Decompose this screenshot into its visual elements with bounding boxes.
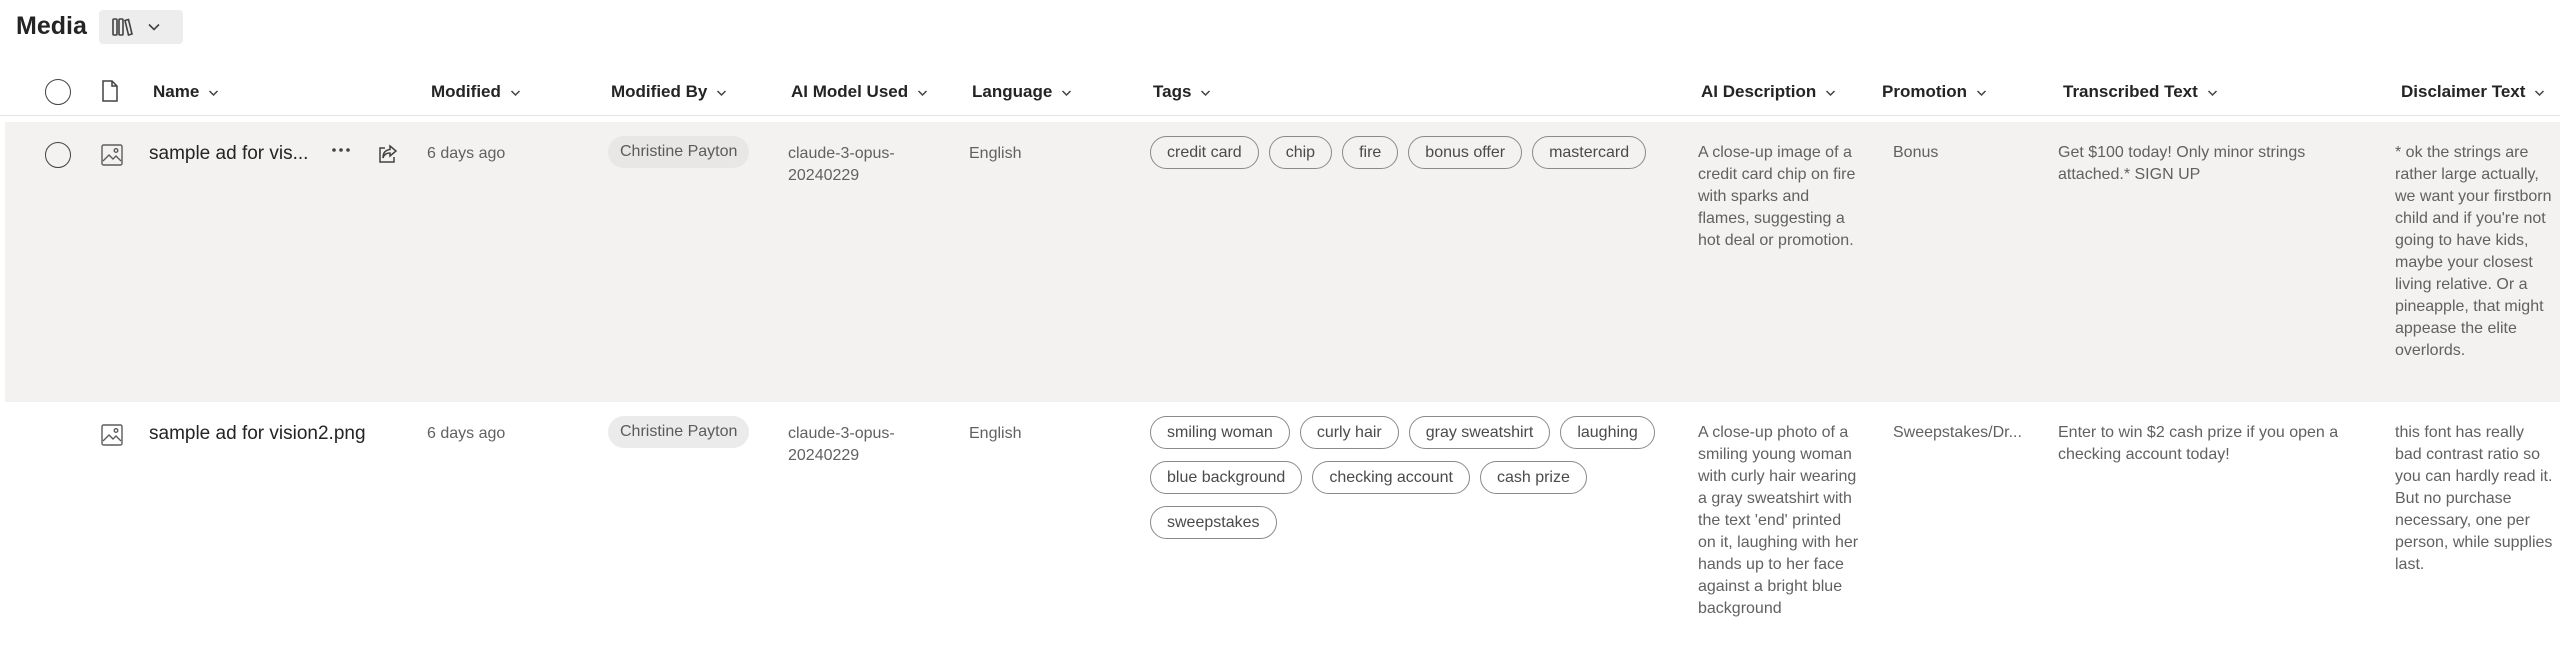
modified-by-persona[interactable]: Christine Payton <box>608 416 750 448</box>
tag-chip[interactable]: credit card <box>1150 136 1259 169</box>
chevron-down-icon <box>1061 82 1072 102</box>
chevron-down-icon <box>1200 82 1211 102</box>
column-header-label: Transcribed Text <box>2063 82 2198 101</box>
tag-chip[interactable]: blue background <box>1150 461 1303 494</box>
top-bar: Media <box>0 0 2560 56</box>
library-icon <box>111 16 133 38</box>
column-header-label: Modified <box>431 82 501 101</box>
tag-chip[interactable]: sweepstakes <box>1150 506 1277 539</box>
share-icon[interactable] <box>376 142 400 171</box>
column-header-transcribed-text[interactable]: Transcribed Text <box>2063 68 2218 116</box>
image-file-icon <box>100 423 124 452</box>
column-header-modified[interactable]: Modified <box>431 68 521 116</box>
chevron-down-icon <box>510 82 521 102</box>
column-header-label: Name <box>153 82 200 101</box>
page-title: Media <box>16 12 87 40</box>
language-value: English <box>969 425 1022 442</box>
column-header-language[interactable]: Language <box>972 68 1072 116</box>
tag-chip[interactable]: fire <box>1342 136 1399 169</box>
tag-chip[interactable]: mastercard <box>1532 136 1647 169</box>
language-value: English <box>969 145 1022 162</box>
column-header-label: AI Description <box>1701 82 1817 101</box>
chevron-down-icon <box>208 82 219 102</box>
chevron-down-icon <box>716 82 727 102</box>
image-file-icon <box>100 143 124 172</box>
ai-model-value: claude-3-opus-20240229 <box>788 425 895 464</box>
list-header: Name Modified Modified By AI Model Used … <box>0 68 2560 116</box>
column-header-ai-model[interactable]: AI Model Used <box>791 68 928 116</box>
chevron-down-icon <box>1976 82 1987 102</box>
ai-model-value: claude-3-opus-20240229 <box>788 145 895 184</box>
table-row[interactable]: sample ad for vis... 6 days ago Christin… <box>5 122 2560 402</box>
file-name-link[interactable]: sample ad for vision2.png <box>149 423 366 445</box>
column-header-tags[interactable]: Tags <box>1153 68 1211 116</box>
ai-description-value: A close-up photo of a smiling young woma… <box>1698 424 1859 617</box>
modified-by-persona[interactable]: Christine Payton <box>608 136 750 168</box>
chevron-down-icon <box>917 82 928 102</box>
more-actions-icon[interactable] <box>330 138 352 168</box>
tag-chip[interactable]: curly hair <box>1299 416 1399 449</box>
tag-chip[interactable]: chip <box>1268 136 1333 169</box>
chevron-down-icon <box>2207 82 2218 102</box>
table-row[interactable]: sample ad for vision2.png 6 days ago Chr… <box>5 402 2560 657</box>
column-header-label: Promotion <box>1882 82 1967 101</box>
tag-chip[interactable]: smiling woman <box>1150 416 1290 449</box>
promotion-value: Bonus <box>1893 144 1939 161</box>
file-type-icon <box>100 79 120 108</box>
column-header-label: Language <box>972 82 1053 101</box>
column-header-name[interactable]: Name <box>153 68 219 116</box>
column-header-label: Disclaimer Text <box>2401 82 2526 101</box>
column-header-ai-description[interactable]: AI Description <box>1701 68 1836 116</box>
view-switcher-button[interactable] <box>99 10 183 44</box>
tag-chip[interactable]: gray sweatshirt <box>1408 416 1551 449</box>
file-name-link[interactable]: sample ad for vis... <box>149 143 308 165</box>
tag-chip[interactable]: checking account <box>1312 461 1470 494</box>
column-header-disclaimer-text[interactable]: Disclaimer Text <box>2401 68 2545 116</box>
chevron-down-icon <box>2534 82 2545 102</box>
modified-date: 6 days ago <box>427 425 506 442</box>
disclaimer-text-value: this font has really bad contrast ratio … <box>2395 424 2553 573</box>
chevron-down-icon <box>1825 82 1836 102</box>
promotion-value: Sweepstakes/Dr... <box>1893 424 2022 441</box>
row-select-checkbox[interactable] <box>45 142 71 168</box>
tag-chip[interactable]: bonus offer <box>1408 136 1523 169</box>
transcribed-text-value: Get $100 today! Only minor strings attac… <box>2058 144 2306 183</box>
tag-chip[interactable]: laughing <box>1560 416 1655 449</box>
chevron-down-icon <box>147 22 161 32</box>
disclaimer-text-value: * ok the strings are rather large actual… <box>2395 144 2552 359</box>
column-header-label: AI Model Used <box>791 82 909 101</box>
column-header-promotion[interactable]: Promotion <box>1882 68 1987 116</box>
tag-chip[interactable]: cash prize <box>1479 461 1587 494</box>
column-header-label: Modified By <box>611 82 708 101</box>
transcribed-text-value: Enter to win $2 cash prize if you open a… <box>2058 424 2339 463</box>
select-all-checkbox[interactable] <box>45 79 71 105</box>
tag-list: credit card chip fire bonus offer master… <box>1150 136 1690 169</box>
column-header-label: Tags <box>1153 82 1192 101</box>
modified-date: 6 days ago <box>427 145 506 162</box>
column-header-modified-by[interactable]: Modified By <box>611 68 727 116</box>
tag-list: smiling woman curly hair gray sweatshirt… <box>1150 416 1690 539</box>
ai-description-value: A close-up image of a credit card chip o… <box>1698 144 1856 249</box>
